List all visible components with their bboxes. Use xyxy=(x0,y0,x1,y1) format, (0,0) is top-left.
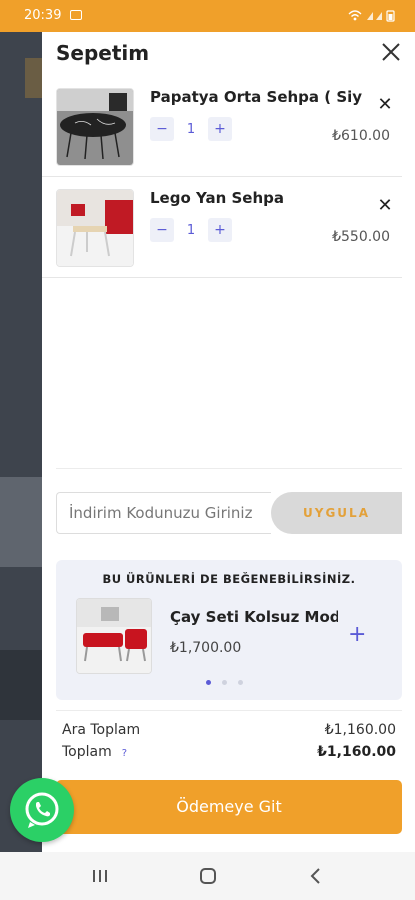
increase-button[interactable]: + xyxy=(208,117,232,141)
subtotal-row: Ara Toplam ₺1,160.00 xyxy=(62,722,396,744)
background-thumbnail xyxy=(25,58,42,98)
product-name: Lego Yan Sehpa xyxy=(150,189,285,207)
recent-apps-icon[interactable] xyxy=(88,864,112,888)
coupon-input[interactable] xyxy=(56,492,271,534)
background-banner xyxy=(0,477,42,567)
increase-button[interactable]: + xyxy=(208,218,232,242)
total-value: ₺1,160.00 xyxy=(317,744,396,760)
image-notification-icon xyxy=(70,10,82,20)
subtotal-value: ₺1,160.00 xyxy=(324,722,396,738)
add-to-cart-icon[interactable]: + xyxy=(348,622,366,647)
recommendations-title: BU ÜRÜNLERİ DE BEĞENEBİLİRSİNİZ. xyxy=(102,572,356,586)
remove-item-icon[interactable]: ✕ xyxy=(374,94,396,115)
dimmed-background[interactable] xyxy=(0,32,42,852)
cart-item: Papatya Orta Sehpa ( Siyah ) − 1 + ✕ ₺61… xyxy=(42,76,402,177)
status-bar: 20:39 xyxy=(0,0,415,32)
product-image[interactable] xyxy=(56,88,134,166)
quantity-stepper: − 1 + xyxy=(150,217,232,243)
recommended-product-image[interactable] xyxy=(76,598,152,674)
remove-item-icon[interactable]: ✕ xyxy=(374,195,396,216)
item-price: ₺610.00 xyxy=(332,128,390,144)
carousel-dot[interactable] xyxy=(238,680,243,685)
system-icons xyxy=(347,8,399,25)
cart-item: Lego Yan Sehpa − 1 + ✕ ₺550.00 xyxy=(42,177,402,278)
recommended-product-name: Çay Seti Kolsuz Model xyxy=(170,608,338,626)
apply-coupon-button[interactable]: UYGULA xyxy=(271,492,402,534)
cart-header: Sepetim xyxy=(42,32,415,74)
cart-drawer: Sepetim Papatya Orta Sehpa ( Siyah ) − 1… xyxy=(42,32,415,852)
wifi-signal-battery-icon xyxy=(348,10,395,22)
product-image[interactable] xyxy=(56,189,134,267)
carousel-dot[interactable] xyxy=(222,680,227,685)
quantity-value: 1 xyxy=(186,222,196,238)
checkout-button[interactable]: Ödemeye Git xyxy=(56,780,402,834)
system-navbar xyxy=(0,852,415,900)
cart-title: Sepetim xyxy=(56,41,150,65)
product-name: Papatya Orta Sehpa ( Siyah ) xyxy=(150,88,362,106)
recommendations-panel: BU ÜRÜNLERİ DE BEĞENEBİLİRSİNİZ. Çay Set… xyxy=(56,560,402,700)
decrease-button[interactable]: − xyxy=(150,117,174,141)
whatsapp-icon[interactable] xyxy=(10,778,74,842)
status-time: 20:39 xyxy=(24,8,62,23)
divider xyxy=(56,710,402,711)
total-row: Toplam? ₺1,160.00 xyxy=(62,744,396,766)
coupon-form: UYGULA xyxy=(56,492,402,534)
carousel-dots xyxy=(206,680,243,685)
item-price: ₺550.00 xyxy=(332,229,390,245)
totals-section: Ara Toplam ₺1,160.00 Toplam? ₺1,160.00 xyxy=(62,722,396,766)
divider xyxy=(56,468,402,469)
carousel-dot[interactable] xyxy=(206,680,211,685)
total-label: Toplam xyxy=(62,744,112,760)
recommended-product-price: ₺1,700.00 xyxy=(170,640,242,656)
decrease-button[interactable]: − xyxy=(150,218,174,242)
quantity-value: 1 xyxy=(186,121,196,137)
back-icon[interactable] xyxy=(304,864,328,888)
close-icon[interactable] xyxy=(379,40,403,64)
help-icon[interactable]: ? xyxy=(122,748,127,759)
quantity-stepper: − 1 + xyxy=(150,116,232,142)
background-banner-dark xyxy=(0,650,42,720)
subtotal-label: Ara Toplam xyxy=(62,722,141,738)
home-icon[interactable] xyxy=(196,864,220,888)
